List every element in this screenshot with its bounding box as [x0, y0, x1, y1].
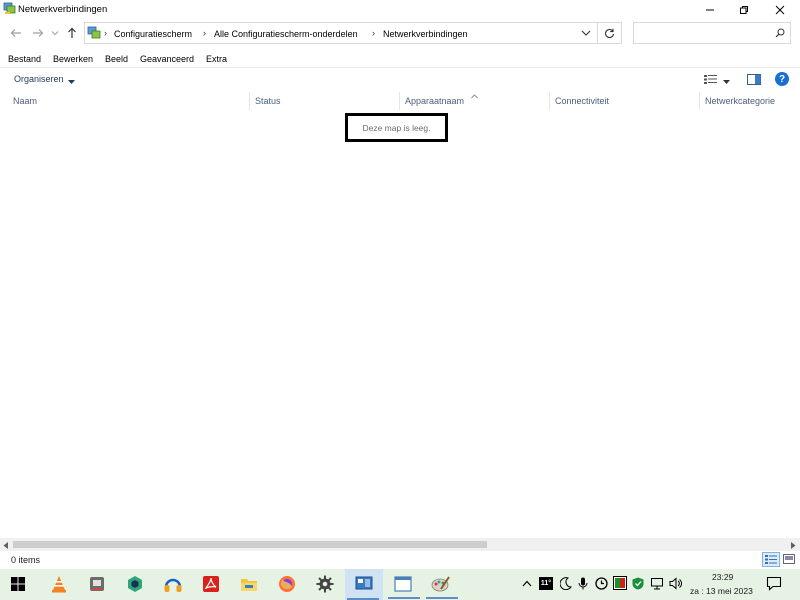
notifications-icon[interactable] [766, 576, 782, 593]
command-bar: Organiseren ? [0, 67, 800, 91]
preview-pane-icon[interactable] [747, 74, 761, 87]
network-connections-icon [3, 2, 16, 15]
minimize-button[interactable] [693, 0, 727, 19]
column-header-network-category[interactable]: Netwerkcategorie [705, 96, 775, 106]
menu-bar: Bestand Bewerken Beeld Geavanceerd Extra [0, 50, 800, 67]
paint-icon[interactable] [426, 572, 458, 599]
clock-time[interactable]: 23:29 [712, 572, 733, 582]
forward-button[interactable] [30, 25, 46, 41]
help-icon[interactable]: ? [775, 72, 789, 86]
control-panel-icon [87, 26, 101, 40]
column-header-device-name[interactable]: Apparaatnaam [405, 96, 464, 106]
firefox-icon[interactable] [275, 572, 299, 596]
pdf-icon[interactable] [199, 572, 223, 596]
close-button[interactable] [763, 0, 797, 19]
settings-icon[interactable] [313, 572, 337, 596]
breadcrumb-separator-icon: › [104, 28, 107, 38]
breadcrumb-item[interactable]: Configuratiescherm [114, 29, 192, 39]
weather-widget[interactable]: 11° [539, 577, 553, 590]
running-indicator [426, 597, 458, 599]
item-count: 0 items [11, 555, 41, 565]
breadcrumb-item[interactable]: Alle Configuratiescherm-onderdelen [214, 29, 358, 39]
menu-file[interactable]: Bestand [8, 54, 41, 64]
search-input[interactable] [633, 22, 791, 44]
address-bar[interactable]: › Configuratiescherm › Alle Configuratie… [84, 22, 598, 44]
back-button[interactable] [8, 25, 24, 41]
network-icon[interactable] [651, 577, 665, 592]
breadcrumb-separator-icon: › [203, 28, 206, 38]
organize-chevron-icon[interactable] [68, 77, 75, 87]
details-view-icon [765, 555, 777, 564]
column-header-status[interactable]: Status [255, 96, 281, 106]
security-shield-icon[interactable] [632, 577, 644, 592]
scroll-left-icon[interactable] [3, 541, 9, 551]
column-divider[interactable] [549, 92, 550, 110]
clock-sync-icon[interactable] [595, 577, 608, 592]
menu-advanced[interactable]: Geavanceerd [140, 54, 194, 64]
night-mode-icon[interactable] [559, 577, 572, 592]
sort-ascending-icon [471, 91, 478, 101]
clock-date[interactable]: za : 13 mei 2023 [690, 586, 753, 596]
window-icon[interactable] [388, 572, 420, 599]
title-bar: Netwerkverbindingen [0, 0, 800, 19]
recent-locations-chevron-icon[interactable] [47, 25, 63, 41]
refresh-button[interactable] [598, 22, 622, 44]
app-tray-icon[interactable] [613, 576, 627, 592]
window-title: Netwerkverbindingen [18, 4, 108, 15]
headphones-icon[interactable] [161, 572, 185, 596]
view-options-icon[interactable] [704, 74, 718, 86]
column-header-connectivity[interactable]: Connectiviteit [555, 96, 609, 106]
organize-button[interactable]: Organiseren [14, 74, 64, 84]
column-header-name[interactable]: Naam [13, 96, 37, 106]
menu-extra[interactable]: Extra [206, 54, 227, 64]
vlc-icon[interactable] [47, 572, 71, 596]
details-view-button[interactable] [762, 552, 780, 567]
taskbar: 11° 23:29 za : 13 mei 2023 [0, 569, 800, 600]
address-dropdown-chevron-icon[interactable] [581, 29, 591, 39]
file-explorer-icon[interactable] [237, 572, 261, 596]
column-headers: Naam Status Apparaatnaam Connectiviteit … [0, 91, 800, 111]
breadcrumb-item[interactable]: Netwerkverbindingen [383, 29, 468, 39]
show-hidden-icons-chevron-icon[interactable] [522, 579, 532, 589]
empty-folder-text: Deze map is leeg. [362, 122, 431, 133]
column-divider[interactable] [399, 92, 400, 110]
weather-temperature: 11° [540, 580, 552, 587]
column-divider[interactable] [249, 92, 250, 110]
running-indicator [388, 597, 420, 599]
organize-label: Organiseren [14, 74, 64, 84]
media-player-icon[interactable] [85, 572, 109, 596]
menu-edit[interactable]: Bewerken [53, 54, 93, 64]
restore-button[interactable] [727, 0, 761, 19]
taskbar-active-app[interactable] [345, 569, 383, 600]
search-icon [775, 28, 785, 40]
menu-view[interactable]: Beeld [105, 54, 128, 64]
control-panel-icon [352, 572, 376, 596]
large-icons-view-icon[interactable] [783, 554, 795, 566]
column-divider[interactable] [699, 92, 700, 110]
start-windows-icon[interactable] [6, 572, 30, 596]
horizontal-scroll-thumb[interactable] [13, 541, 487, 548]
breadcrumb-separator-icon: › [372, 28, 375, 38]
status-bar: 0 items [0, 551, 800, 569]
scroll-right-icon[interactable] [790, 541, 796, 551]
package-icon[interactable] [123, 572, 147, 596]
microphone-icon[interactable] [578, 577, 588, 592]
refresh-icon [605, 28, 615, 38]
view-options-chevron-icon[interactable] [723, 77, 730, 87]
up-button[interactable] [64, 25, 80, 41]
empty-folder-message: Deze map is leeg. [345, 113, 448, 142]
volume-icon[interactable] [669, 577, 683, 592]
